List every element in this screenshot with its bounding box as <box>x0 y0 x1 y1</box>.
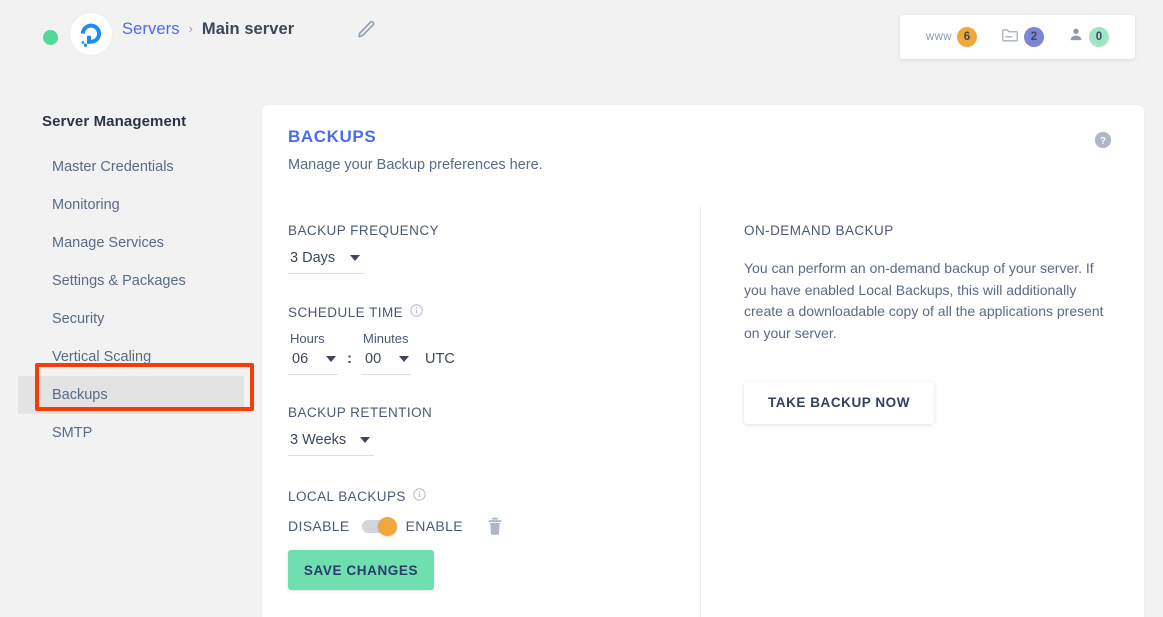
sidebar-item-security[interactable]: Security <box>18 300 244 338</box>
hours-field: Hours 06 <box>288 331 338 375</box>
resource-badge-card: www 6 2 0 <box>900 15 1135 59</box>
save-changes-button[interactable]: SAVE CHANGES <box>288 550 434 590</box>
backup-retention-block: BACKUP RETENTION 3 Weeks <box>288 405 688 456</box>
hours-label: Hours <box>288 331 338 346</box>
hours-value: 06 <box>292 351 308 367</box>
backup-frequency-label: BACKUP FREQUENCY <box>288 223 688 238</box>
backup-frequency-value: 3 Days <box>290 250 335 266</box>
backup-retention-select[interactable]: 3 Weeks <box>288 432 374 456</box>
user-icon <box>1068 26 1084 48</box>
backup-retention-label: BACKUP RETENTION <box>288 405 688 420</box>
badge-count-www: 6 <box>957 27 977 47</box>
schedule-time-row: Hours 06 : Minutes 00 <box>288 331 688 375</box>
info-circle-icon[interactable] <box>413 488 426 504</box>
breadcrumb: Servers › Main server <box>122 17 294 41</box>
local-backups-block: LOCAL BACKUPS DISABLE ENABLE <box>288 488 688 535</box>
info-circle-icon[interactable] <box>410 304 423 320</box>
sidebar-item-monitoring[interactable]: Monitoring <box>18 186 244 224</box>
backup-retention-value: 3 Weeks <box>290 432 346 448</box>
app-root: Servers › Main server www 6 2 <box>0 0 1163 617</box>
www-text-icon: www <box>926 31 952 43</box>
hours-select[interactable]: 06 <box>288 351 338 375</box>
on-demand-backup-label: ON-DEMAND BACKUP <box>744 223 1119 238</box>
schedule-time-label: SCHEDULE TIME <box>288 304 688 320</box>
sidebar-item-vertical-scaling[interactable]: Vertical Scaling <box>18 338 244 376</box>
local-backups-toggle[interactable] <box>362 520 394 533</box>
badge-group-folder[interactable]: 2 <box>989 27 1056 48</box>
breadcrumb-current-server: Main server <box>202 20 294 39</box>
take-backup-now-button[interactable]: TAKE BACKUP NOW <box>744 382 934 424</box>
sidebar-title: Server Management <box>0 105 262 130</box>
backups-panel: ? BACKUPS Manage your Backup preferences… <box>262 105 1144 617</box>
badge-count-user: 0 <box>1089 27 1109 47</box>
trash-icon[interactable] <box>487 517 503 535</box>
chevron-down-icon <box>326 356 336 362</box>
local-backups-label: LOCAL BACKUPS <box>288 488 688 504</box>
help-circle-icon[interactable]: ? <box>1094 131 1112 149</box>
minutes-field: Minutes 00 <box>361 331 411 375</box>
timezone-label: UTC <box>411 351 455 375</box>
time-colon-separator: : <box>338 350 361 375</box>
sidebar: Server Management Master Credentials Mon… <box>0 105 262 452</box>
sidebar-item-smtp[interactable]: SMTP <box>18 414 244 452</box>
chevron-down-icon <box>360 437 370 443</box>
on-demand-backup-column: ON-DEMAND BACKUP You can perform an on-d… <box>744 223 1119 424</box>
sidebar-item-master-credentials[interactable]: Master Credentials <box>18 148 244 186</box>
chevron-down-icon <box>350 255 360 261</box>
svg-text:?: ? <box>1100 136 1106 147</box>
backup-frequency-select[interactable]: 3 Days <box>288 250 364 274</box>
column-divider <box>700 205 701 617</box>
minutes-label: Minutes <box>361 331 411 346</box>
sidebar-item-backups[interactable]: Backups <box>18 376 244 414</box>
toggle-knob <box>378 517 397 536</box>
breadcrumb-separator-icon: › <box>189 22 193 35</box>
page-subtitle: Manage your Backup preferences here. <box>288 157 543 173</box>
minutes-value: 00 <box>365 351 381 367</box>
top-bar: Servers › Main server www 6 2 <box>0 0 1163 76</box>
sidebar-item-manage-services[interactable]: Manage Services <box>18 224 244 262</box>
sidebar-nav-list: Master Credentials Monitoring Manage Ser… <box>0 148 262 452</box>
chevron-down-icon <box>399 356 409 362</box>
server-status-dot <box>43 30 58 45</box>
pencil-edit-icon[interactable] <box>356 20 376 40</box>
digitalocean-logo-icon <box>70 13 112 55</box>
backup-settings-column: BACKUP FREQUENCY 3 Days SCHEDULE TIME <box>288 223 688 535</box>
minutes-select[interactable]: 00 <box>361 351 411 375</box>
badge-count-folder: 2 <box>1024 27 1044 47</box>
badge-group-user[interactable]: 0 <box>1056 26 1121 48</box>
toggle-disable-label[interactable]: DISABLE <box>288 518 350 534</box>
schedule-time-block: SCHEDULE TIME Hours 06 <box>288 304 688 375</box>
badge-group-www[interactable]: www 6 <box>914 27 989 47</box>
schedule-time-label-text: SCHEDULE TIME <box>288 305 403 320</box>
local-backups-label-text: LOCAL BACKUPS <box>288 489 406 504</box>
page-title: BACKUPS <box>288 127 376 147</box>
breadcrumb-servers-link[interactable]: Servers <box>122 20 180 39</box>
on-demand-backup-description: You can perform an on-demand backup of y… <box>744 258 1119 345</box>
folder-icon <box>1001 27 1019 48</box>
sidebar-item-settings-packages[interactable]: Settings & Packages <box>18 262 244 300</box>
toggle-enable-label[interactable]: ENABLE <box>406 518 463 534</box>
local-backups-toggle-row: DISABLE ENABLE <box>288 517 688 535</box>
